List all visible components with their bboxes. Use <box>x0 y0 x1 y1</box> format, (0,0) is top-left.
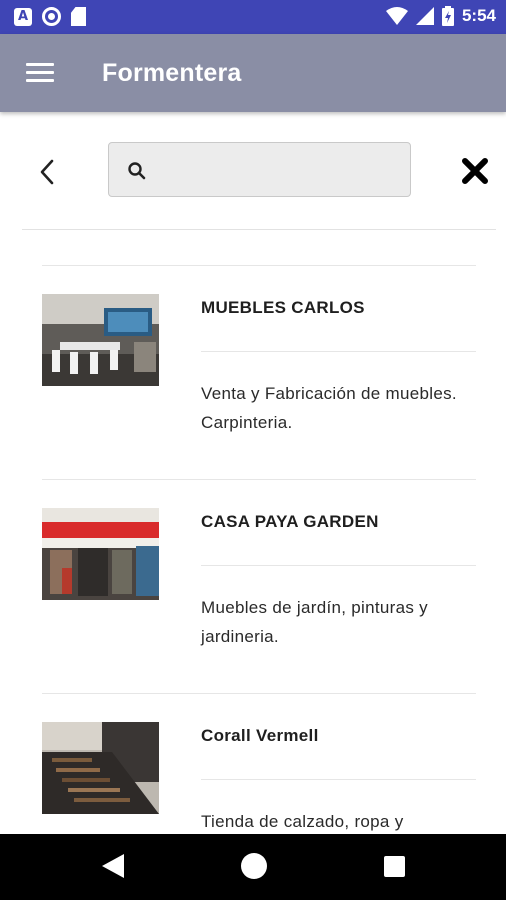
app-bar: Formentera <box>0 34 506 112</box>
item-photo <box>42 508 159 600</box>
sd-card-icon <box>71 7 86 26</box>
app-notification-icon <box>14 7 32 26</box>
item-title: Corall Vermell <box>201 726 319 745</box>
search-row <box>0 112 506 230</box>
page-title: Formentera <box>102 59 242 87</box>
system-nav-bar <box>0 834 506 900</box>
nav-home-icon[interactable] <box>241 853 267 879</box>
search-icon <box>128 162 146 180</box>
item-photo <box>42 722 159 814</box>
search-box[interactable] <box>108 142 411 197</box>
back-arrow-icon[interactable] <box>34 157 62 187</box>
search-input[interactable] <box>157 151 397 189</box>
item-title: MUEBLES CARLOS <box>201 298 365 317</box>
list-item[interactable]: MUEBLES CARLOS Venta y Fabricación de mu… <box>0 266 506 480</box>
item-description: Venta y Fabricación de muebles. Carpinte… <box>201 384 457 432</box>
list-item[interactable]: CASA PAYA GARDEN Muebles de jardín, pint… <box>0 480 506 694</box>
sync-notification-icon <box>42 7 61 26</box>
status-bar: 5:54 <box>0 0 506 34</box>
item-title: CASA PAYA GARDEN <box>201 512 379 531</box>
item-description: Muebles de jardín, pinturas y jardineria… <box>201 598 428 646</box>
item-divider <box>201 779 476 780</box>
clock: 5:54 <box>461 6 496 25</box>
menu-icon[interactable] <box>26 63 54 83</box>
divider <box>22 229 496 230</box>
signal-icon <box>415 7 434 25</box>
battery-charging-icon <box>441 6 454 26</box>
item-photo <box>42 294 159 386</box>
wifi-icon <box>385 7 408 25</box>
nav-recents-icon[interactable] <box>384 856 405 877</box>
item-description: Tienda de calzado, ropa y <box>201 812 404 831</box>
item-divider <box>201 351 476 352</box>
item-divider <box>201 565 476 566</box>
close-icon[interactable] <box>460 156 490 186</box>
nav-back-icon[interactable] <box>102 854 124 878</box>
